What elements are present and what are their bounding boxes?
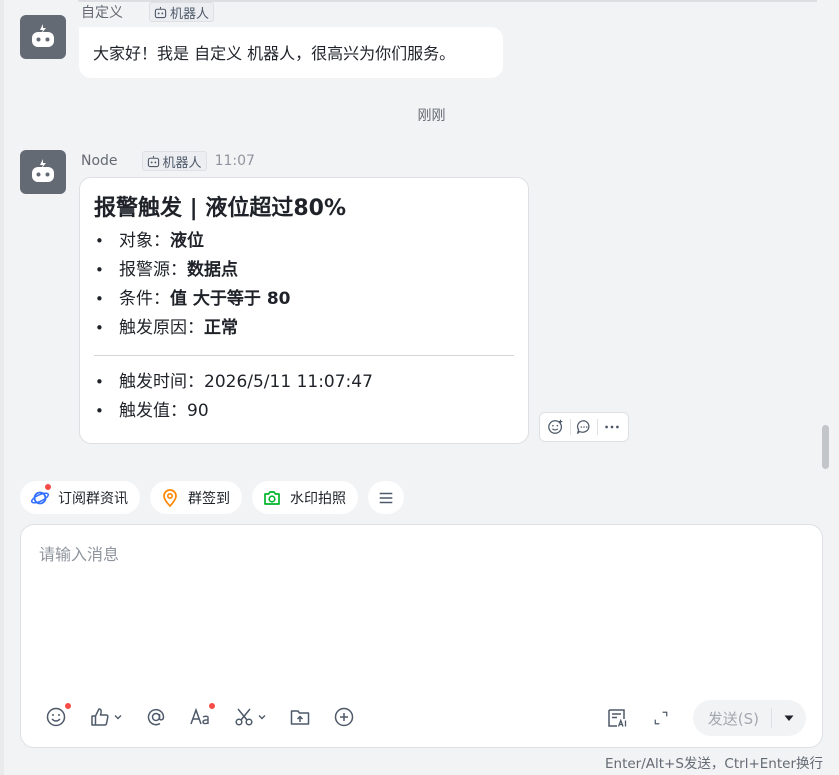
alert-detail: 触发时间：2026/5/11 11:07:47 bbox=[94, 368, 514, 397]
message-text: 大家好！我是 自定义 机器人，很高兴为你们服务。 bbox=[93, 44, 456, 63]
composer-toolbar bbox=[45, 702, 355, 729]
field-label: 触发原因： bbox=[119, 318, 204, 338]
watermark-camera-button[interactable]: 水印拍照 bbox=[252, 481, 358, 514]
bot-tag: 机器人 bbox=[141, 151, 207, 171]
ai-write-button[interactable] bbox=[601, 706, 633, 730]
upload-file-button[interactable] bbox=[289, 705, 311, 729]
shortcut-hint: Enter/Alt+S发送，Ctrl+Enter换行 bbox=[604, 756, 823, 772]
bot-tag: 机器人 bbox=[149, 2, 215, 22]
alert-field: 对象：液位 bbox=[94, 227, 514, 256]
detail-label: 触发值： bbox=[119, 401, 187, 421]
screenshot-button[interactable] bbox=[233, 705, 267, 729]
badge-dot bbox=[64, 702, 72, 710]
alert-field: 触发原因：正常 bbox=[94, 314, 514, 343]
text-format-icon bbox=[190, 707, 209, 725]
send-button[interactable]: 发送(S) bbox=[693, 708, 771, 729]
send-options-button[interactable] bbox=[772, 712, 806, 724]
message-time: 11:07 bbox=[214, 153, 255, 169]
expand-editor-button[interactable] bbox=[645, 706, 677, 730]
quick-action-label: 水印拍照 bbox=[290, 490, 346, 507]
plus-circle-icon bbox=[334, 707, 354, 727]
message-header: Node 机器人 11:07 bbox=[81, 151, 255, 171]
message-bubble[interactable]: 大家好！我是 自定义 机器人，很高兴为你们服务。 bbox=[79, 27, 503, 78]
alert-card[interactable]: 报警触发 | 液位超过80% 对象：液位 报警源：数据点 条件：值 大于等于 8… bbox=[79, 177, 529, 444]
field-label: 条件： bbox=[119, 289, 170, 309]
bot-avatar[interactable] bbox=[20, 150, 66, 194]
alert-title: 报警触发 | 液位超过80% bbox=[94, 196, 347, 221]
folder-upload-icon bbox=[290, 710, 310, 725]
detail-value: 90 bbox=[187, 401, 209, 421]
sender-name[interactable]: 自定义 bbox=[81, 2, 123, 22]
alert-detail: 触发值：90 bbox=[94, 397, 514, 426]
bot-tag-label: 机器人 bbox=[170, 6, 210, 22]
field-value: 值 大于等于 80 bbox=[170, 289, 291, 309]
add-reaction-button[interactable] bbox=[545, 416, 567, 438]
robot-small-icon bbox=[147, 155, 159, 167]
bot-tag-label: 机器人 bbox=[162, 155, 202, 171]
field-value: 液位 bbox=[170, 231, 204, 251]
thumbs-up-button[interactable] bbox=[89, 705, 123, 729]
quick-action-label: 群签到 bbox=[188, 490, 230, 507]
reply-button[interactable] bbox=[573, 416, 595, 438]
scrollbar-thumb[interactable] bbox=[822, 425, 829, 469]
sender-name[interactable]: Node bbox=[81, 153, 118, 169]
camera-icon bbox=[264, 490, 280, 505]
more-icon bbox=[605, 425, 619, 429]
robot-icon bbox=[32, 24, 54, 47]
location-pin-icon bbox=[163, 488, 177, 507]
quick-action-label: 订阅群资讯 bbox=[58, 490, 128, 507]
ai-write-icon bbox=[608, 709, 626, 727]
scissors-icon bbox=[235, 708, 253, 726]
menu-icon bbox=[379, 492, 393, 503]
separator bbox=[569, 419, 571, 435]
reply-icon bbox=[576, 420, 590, 434]
add-more-button[interactable] bbox=[333, 705, 355, 729]
chevron-down-icon bbox=[114, 715, 122, 720]
send-group: 发送(S) bbox=[692, 700, 806, 736]
checkin-button[interactable]: 群签到 bbox=[150, 481, 242, 514]
time-divider: 刚刚 bbox=[417, 108, 446, 124]
badge-dot bbox=[44, 483, 52, 491]
alert-field: 报警源：数据点 bbox=[94, 256, 514, 285]
field-value: 数据点 bbox=[187, 260, 238, 280]
message-composer: 发送(S) bbox=[20, 524, 823, 748]
emoji-icon bbox=[46, 707, 66, 727]
chevron-down-icon bbox=[258, 715, 266, 720]
more-button[interactable] bbox=[601, 416, 623, 438]
quick-actions: 订阅群资讯 群签到 水印拍照 bbox=[20, 481, 404, 514]
emoji-button[interactable] bbox=[45, 702, 72, 729]
expand-icon bbox=[654, 711, 668, 725]
message-input[interactable] bbox=[39, 541, 799, 671]
mention-button[interactable] bbox=[145, 705, 167, 729]
field-value: 正常 bbox=[204, 318, 238, 338]
text-format-button[interactable] bbox=[189, 702, 216, 729]
bot-avatar[interactable] bbox=[20, 15, 66, 59]
thumbs-up-icon bbox=[91, 708, 109, 726]
separator bbox=[597, 419, 599, 435]
detail-value: 2026/5/11 11:07:47 bbox=[204, 372, 373, 392]
badge-dot bbox=[208, 702, 216, 710]
card-divider bbox=[94, 355, 514, 356]
add-reaction-icon bbox=[548, 419, 563, 434]
robot-small-icon bbox=[154, 6, 167, 18]
alert-fields: 对象：液位 报警源：数据点 条件：值 大于等于 80 触发原因：正常 bbox=[94, 227, 514, 343]
detail-label: 触发时间： bbox=[119, 372, 204, 392]
message-actions bbox=[539, 412, 629, 442]
quick-actions-menu-button[interactable] bbox=[368, 481, 404, 514]
field-label: 报警源： bbox=[119, 260, 187, 280]
subscribe-news-button[interactable]: 订阅群资讯 bbox=[20, 481, 140, 514]
caret-down-icon bbox=[784, 715, 794, 721]
alert-details: 触发时间：2026/5/11 11:07:47 触发值：90 bbox=[94, 368, 514, 426]
field-label: 对象： bbox=[119, 231, 170, 251]
message-header: 自定义 机器人 bbox=[81, 2, 215, 22]
composer-right-tools: 发送(S) bbox=[601, 700, 806, 736]
at-sign-icon bbox=[147, 708, 165, 726]
alert-field: 条件：值 大于等于 80 bbox=[94, 285, 514, 314]
robot-icon bbox=[32, 159, 54, 182]
